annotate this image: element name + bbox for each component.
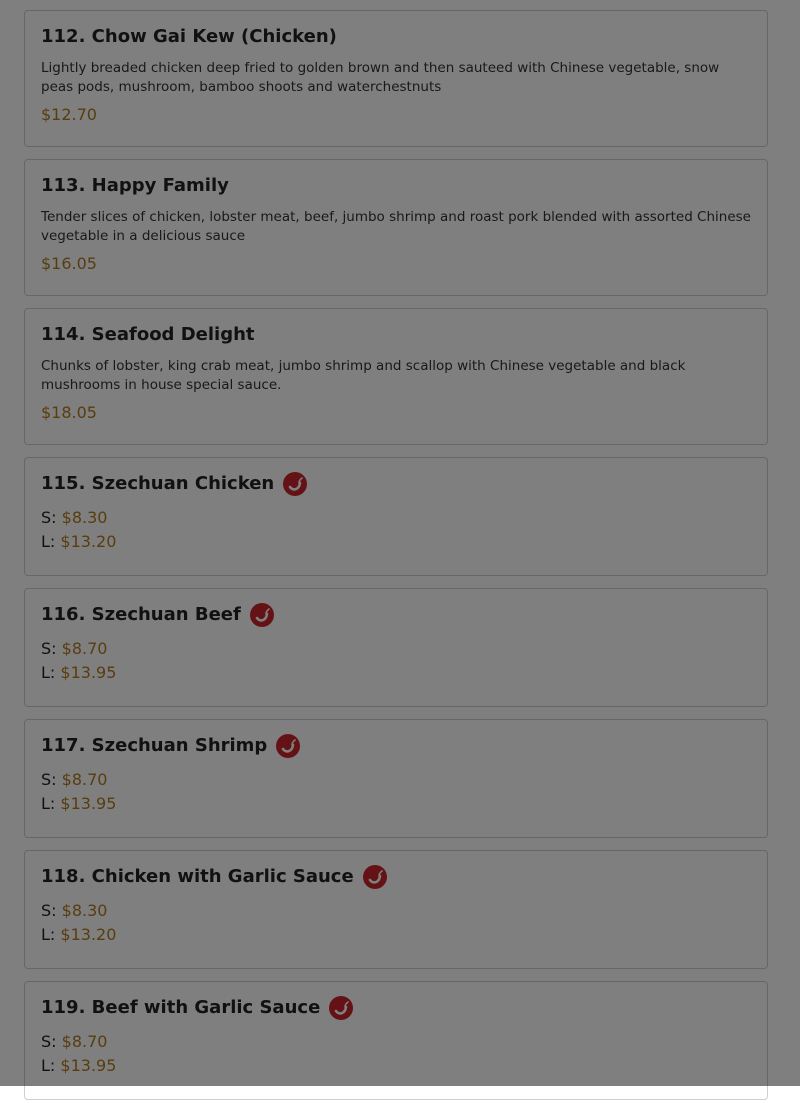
menu-item-header: 119. Beef with Garlic Sauce: [41, 996, 751, 1020]
menu-item-title: 116. Szechuan Beef: [41, 604, 241, 625]
size-label: S:: [41, 639, 57, 658]
menu-item-title: 113. Happy Family: [41, 175, 229, 196]
size-price-large: L: $13.95: [41, 792, 751, 816]
size-price: $8.30: [61, 508, 108, 527]
size-label: S:: [41, 508, 57, 527]
menu-item-header: 113. Happy Family: [41, 174, 751, 198]
menu-item-card[interactable]: 116. Szechuan Beef S: $8.70 L: $13.95: [24, 588, 768, 707]
size-label: L:: [41, 925, 56, 944]
size-label: L:: [41, 1056, 56, 1075]
size-price: $8.70: [61, 1032, 108, 1051]
menu-item-list: 112. Chow Gai Kew (Chicken) Lightly brea…: [24, 0, 768, 1112]
menu-item-price: $16.05: [41, 254, 97, 273]
size-price: $8.70: [61, 770, 108, 789]
size-price-large: L: $13.95: [41, 661, 751, 685]
chili-pepper-icon: [362, 865, 387, 889]
menu-item-card[interactable]: 117. Szechuan Shrimp S: $8.70 L: $13.95: [24, 719, 768, 838]
size-price: $13.20: [60, 532, 117, 551]
chili-pepper-icon: [283, 472, 308, 496]
size-label: S:: [41, 1032, 57, 1051]
size-price-large: L: $13.20: [41, 923, 751, 947]
size-price: $13.95: [60, 663, 117, 682]
menu-item-price: $12.70: [41, 105, 97, 124]
menu-item-header: 118. Chicken with Garlic Sauce: [41, 865, 751, 889]
size-label: L:: [41, 532, 56, 551]
menu-item-header: 112. Chow Gai Kew (Chicken): [41, 25, 751, 49]
size-price: $13.95: [60, 1056, 117, 1075]
size-label: L:: [41, 794, 56, 813]
size-price-small: S: $8.70: [41, 768, 751, 792]
menu-item-price: $18.05: [41, 403, 97, 422]
menu-item-description: Tender slices of chicken, lobster meat, …: [41, 209, 751, 244]
menu-item-card[interactable]: 113. Happy Family Tender slices of chick…: [24, 159, 768, 296]
size-label: S:: [41, 770, 57, 789]
size-price: $8.30: [61, 901, 108, 920]
menu-item-title: 118. Chicken with Garlic Sauce: [41, 866, 354, 887]
size-label: L:: [41, 663, 56, 682]
menu-item-card[interactable]: 115. Szechuan Chicken S: $8.30 L: $13.20: [24, 457, 768, 576]
menu-item-title: 115. Szechuan Chicken: [41, 473, 275, 494]
size-price-large: L: $13.20: [41, 530, 751, 554]
size-price-large: L: $13.95: [41, 1054, 751, 1078]
chili-pepper-icon: [329, 996, 354, 1020]
size-price-small: S: $8.70: [41, 1030, 751, 1054]
menu-item-description: Lightly breaded chicken deep fried to go…: [41, 60, 720, 95]
menu-item-card[interactable]: 114. Seafood Delight Chunks of lobster, …: [24, 308, 768, 445]
menu-item-header: 115. Szechuan Chicken: [41, 472, 751, 496]
menu-item-header: 117. Szechuan Shrimp: [41, 734, 751, 758]
size-price: $8.70: [61, 639, 108, 658]
size-label: S:: [41, 901, 57, 920]
chili-pepper-icon: [276, 734, 301, 758]
menu-item-card[interactable]: 119. Beef with Garlic Sauce S: $8.70 L: …: [24, 981, 768, 1100]
size-price-small: S: $8.30: [41, 506, 751, 530]
size-price-small: S: $8.70: [41, 637, 751, 661]
menu-item-header: 116. Szechuan Beef: [41, 603, 751, 627]
menu-item-header: 114. Seafood Delight: [41, 323, 751, 347]
menu-item-title: 114. Seafood Delight: [41, 324, 255, 345]
menu-item-card[interactable]: 112. Chow Gai Kew (Chicken) Lightly brea…: [24, 10, 768, 147]
menu-item-title: 117. Szechuan Shrimp: [41, 735, 268, 756]
size-price-small: S: $8.30: [41, 899, 751, 923]
chili-pepper-icon: [249, 603, 274, 627]
size-price: $13.20: [60, 925, 117, 944]
menu-item-card[interactable]: 118. Chicken with Garlic Sauce S: $8.30 …: [24, 850, 768, 969]
menu-item-title: 119. Beef with Garlic Sauce: [41, 997, 321, 1018]
menu-item-title: 112. Chow Gai Kew (Chicken): [41, 26, 337, 47]
menu-item-description: Chunks of lobster, king crab meat, jumbo…: [41, 358, 686, 393]
size-price: $13.95: [60, 794, 117, 813]
